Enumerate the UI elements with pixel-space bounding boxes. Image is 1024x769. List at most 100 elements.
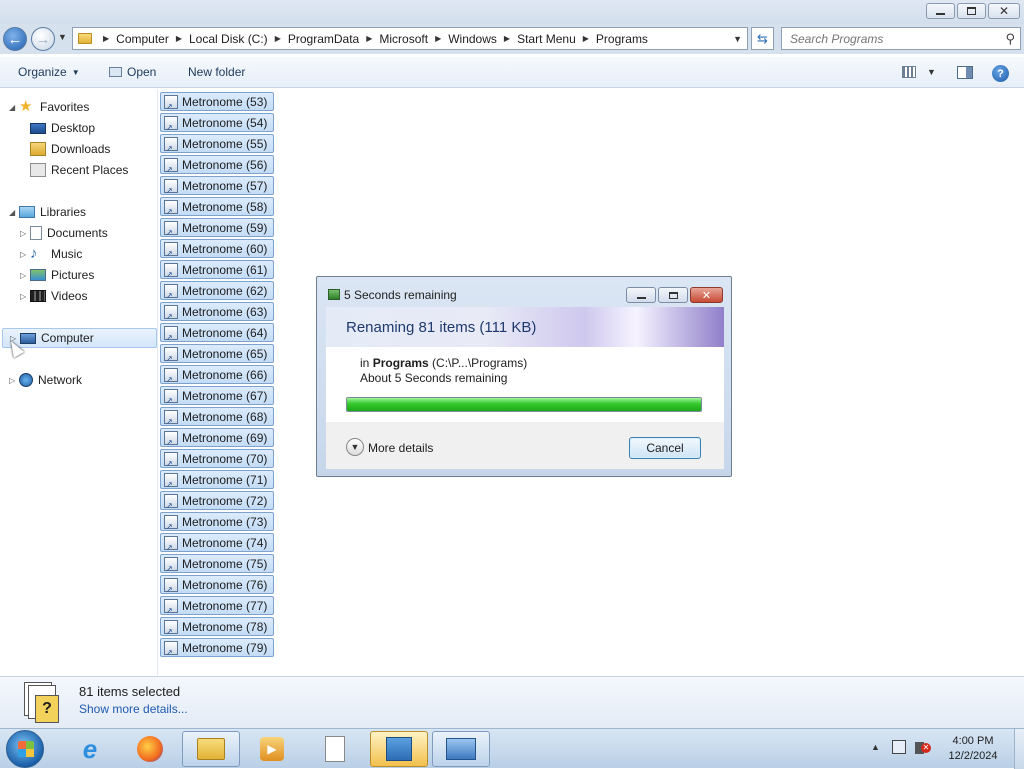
expanded-arrow-icon[interactable]: ◢: [9, 208, 19, 217]
nav-recent-places[interactable]: Recent Places: [30, 160, 128, 180]
breadcrumb-item[interactable]: Microsoft: [379, 32, 428, 46]
taskbar-windows-explorer[interactable]: [182, 731, 240, 767]
minimize-button[interactable]: [926, 3, 955, 19]
breadcrumb-separator-icon[interactable]: ▶: [275, 34, 281, 43]
nav-documents[interactable]: ▷ Documents: [20, 223, 108, 243]
file-item[interactable]: Metronome (72): [160, 491, 274, 510]
taskbar-internet-explorer[interactable]: e: [61, 731, 119, 767]
shortcut-icon: [164, 451, 178, 468]
search-input[interactable]: [790, 31, 990, 46]
nav-videos[interactable]: ▷ Videos: [20, 286, 87, 306]
file-item[interactable]: Metronome (73): [160, 512, 274, 531]
file-item[interactable]: Metronome (53): [160, 92, 274, 111]
address-bar[interactable]: ▶ Computer ▶ Local Disk (C:) ▶ ProgramData ▶ Mi…: [72, 27, 748, 50]
taskbar-firefox[interactable]: [121, 731, 179, 767]
nav-music[interactable]: ▷ ♪ Music: [20, 244, 82, 264]
recent-pages-dropdown-icon[interactable]: ▼: [58, 32, 67, 42]
show-more-details-link[interactable]: Show more details...: [79, 702, 188, 716]
network-tray-icon[interactable]: [892, 740, 906, 754]
file-item[interactable]: Metronome (58): [160, 197, 274, 216]
dialog-maximize-button[interactable]: [658, 287, 688, 303]
expanded-arrow-icon[interactable]: ◢: [9, 103, 19, 112]
file-item[interactable]: Metronome (69): [160, 428, 274, 447]
open-button[interactable]: Open: [109, 65, 156, 79]
breadcrumb-item[interactable]: Local Disk (C:): [189, 32, 268, 46]
taskbar-notepad[interactable]: [306, 731, 364, 767]
star-icon: ★: [19, 98, 33, 115]
file-item[interactable]: Metronome (59): [160, 218, 274, 237]
file-item[interactable]: Metronome (54): [160, 113, 274, 132]
close-button[interactable]: ✕: [988, 3, 1020, 19]
breadcrumb-separator-icon[interactable]: ▶: [176, 34, 182, 43]
taskbar-media-player[interactable]: ▶: [243, 731, 301, 767]
volume-muted-icon[interactable]: ✕: [915, 740, 931, 755]
taskbar-desktop-app[interactable]: [432, 731, 490, 767]
dialog-close-button[interactable]: ✕: [690, 287, 723, 303]
collapsed-arrow-icon[interactable]: ▷: [9, 376, 19, 385]
collapsed-arrow-icon[interactable]: ▷: [20, 250, 30, 259]
start-button[interactable]: [6, 730, 44, 768]
collapsed-arrow-icon[interactable]: ▷: [20, 271, 30, 280]
file-item[interactable]: Metronome (60): [160, 239, 274, 258]
file-item[interactable]: Metronome (76): [160, 575, 274, 594]
dialog-minimize-button[interactable]: [626, 287, 656, 303]
file-item[interactable]: Metronome (56): [160, 155, 274, 174]
nav-libraries[interactable]: ◢ Libraries: [9, 202, 86, 222]
file-item[interactable]: Metronome (55): [160, 134, 274, 153]
help-icon[interactable]: ?: [992, 65, 1009, 82]
file-item[interactable]: Metronome (78): [160, 617, 274, 636]
breadcrumb-separator-icon[interactable]: ▶: [103, 34, 109, 43]
file-item[interactable]: Metronome (77): [160, 596, 274, 615]
nav-downloads[interactable]: Downloads: [30, 139, 110, 159]
nav-network[interactable]: ▷ Network: [9, 370, 82, 390]
file-item[interactable]: Metronome (79): [160, 638, 274, 657]
change-view-icon[interactable]: [902, 66, 916, 78]
file-item[interactable]: Metronome (61): [160, 260, 274, 279]
file-item[interactable]: Metronome (68): [160, 407, 274, 426]
address-dropdown-icon[interactable]: ▼: [733, 34, 742, 44]
file-item[interactable]: Metronome (62): [160, 281, 274, 300]
nav-computer[interactable]: ▷ Computer: [2, 328, 157, 348]
file-item[interactable]: Metronome (70): [160, 449, 274, 468]
show-hidden-icons-icon[interactable]: ▲: [871, 742, 880, 752]
cancel-button[interactable]: Cancel: [629, 437, 701, 459]
breadcrumb-separator-icon[interactable]: ▶: [583, 34, 589, 43]
file-item[interactable]: Metronome (57): [160, 176, 274, 195]
file-item[interactable]: Metronome (64): [160, 323, 274, 342]
organize-button[interactable]: Organize ▼: [18, 65, 80, 79]
breadcrumb-item[interactable]: Windows: [448, 32, 497, 46]
file-item[interactable]: Metronome (66): [160, 365, 274, 384]
collapsed-arrow-icon[interactable]: ▷: [20, 229, 30, 238]
collapsed-arrow-icon[interactable]: ▷: [20, 292, 30, 301]
file-item[interactable]: Metronome (67): [160, 386, 274, 405]
preview-pane-icon[interactable]: [957, 66, 973, 79]
view-options-dropdown-icon[interactable]: ▼: [927, 67, 936, 77]
breadcrumb-separator-icon[interactable]: ▶: [366, 34, 372, 43]
breadcrumb-item[interactable]: ProgramData: [288, 32, 359, 46]
breadcrumb-separator-icon[interactable]: ▶: [504, 34, 510, 43]
file-item[interactable]: Metronome (63): [160, 302, 274, 321]
more-details-toggle[interactable]: More details: [368, 441, 433, 455]
nav-pictures[interactable]: ▷ Pictures: [20, 265, 94, 285]
show-desktop-button[interactable]: [1014, 729, 1024, 769]
file-item[interactable]: Metronome (71): [160, 470, 274, 489]
back-button[interactable]: ←: [3, 27, 27, 51]
expand-chevron-icon[interactable]: ▼: [346, 438, 364, 456]
file-item[interactable]: Metronome (75): [160, 554, 274, 573]
breadcrumb-item[interactable]: Start Menu: [517, 32, 576, 46]
breadcrumb-separator-icon[interactable]: ▶: [435, 34, 441, 43]
breadcrumb-item[interactable]: Computer: [116, 32, 169, 46]
breadcrumb-item[interactable]: Programs: [596, 32, 648, 46]
forward-button[interactable]: →: [31, 27, 55, 51]
file-item[interactable]: Metronome (74): [160, 533, 274, 552]
nav-favorites[interactable]: ◢ ★ Favorites: [9, 97, 89, 117]
system-clock[interactable]: 4:00 PM 12/2/2024: [942, 734, 1004, 764]
search-icon[interactable]: ⚲: [1005, 31, 1015, 47]
restore-button[interactable]: [957, 3, 986, 19]
taskbar-app[interactable]: [370, 731, 428, 767]
nav-desktop[interactable]: Desktop: [30, 118, 95, 138]
new-folder-button[interactable]: New folder: [188, 65, 245, 79]
search-box[interactable]: ⚲: [781, 27, 1021, 50]
file-item[interactable]: Metronome (65): [160, 344, 274, 363]
refresh-button[interactable]: ⇆: [751, 27, 774, 50]
